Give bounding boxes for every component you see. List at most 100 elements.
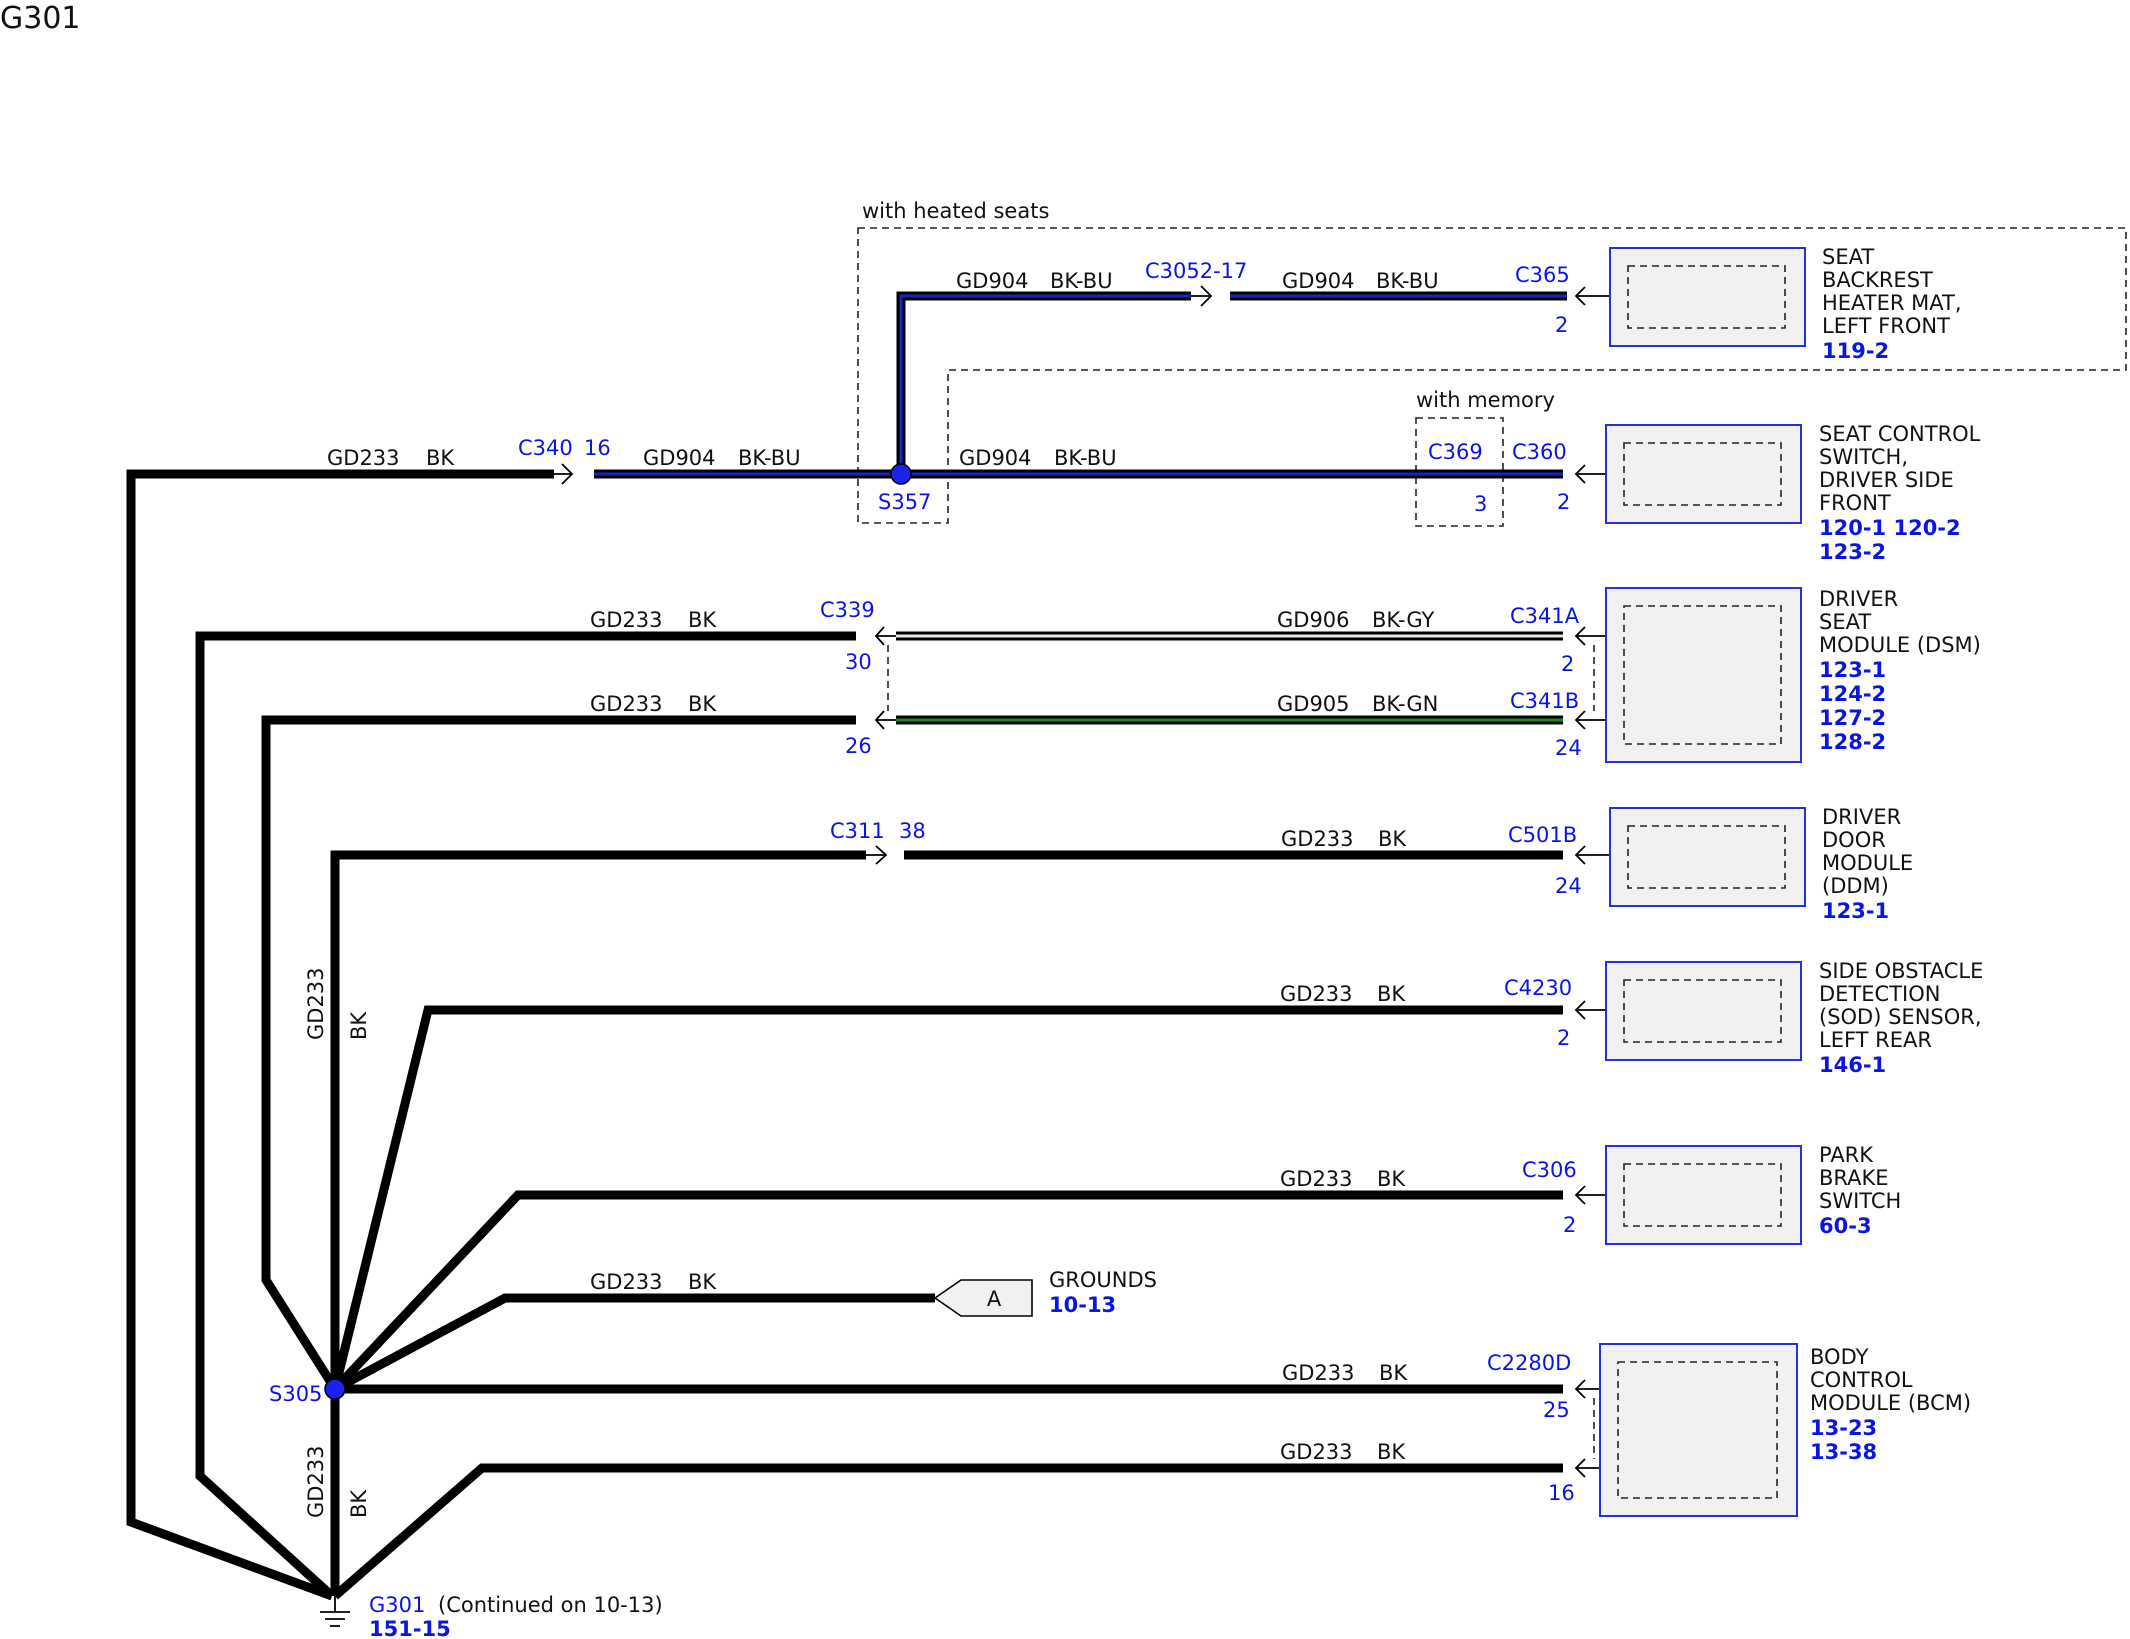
s357-splice-dot xyxy=(890,463,912,485)
page-title: G301 xyxy=(0,1,81,36)
grounds-page-ref: 10-13 xyxy=(1049,1293,1116,1317)
component-page-ref: 146-1 xyxy=(1819,1053,1886,1077)
splice-label-s357: S357 xyxy=(878,490,931,514)
connector-label-c306: C306 xyxy=(1522,1158,1577,1182)
wire-circuit-label: GD904 xyxy=(956,269,1029,293)
wire-color-label: BK xyxy=(426,446,455,470)
component-box xyxy=(1609,247,1806,347)
wire-gd233-c2280d-16 xyxy=(332,1463,1563,1600)
component-label-line: DETECTION xyxy=(1819,982,1940,1006)
ground-point-label: G301 xyxy=(369,1593,425,1617)
connector-pin-c341b: 24 xyxy=(1555,736,1582,760)
component-label-line: (SOD) SENSOR, xyxy=(1819,1005,1982,1029)
component-seat-backrest-heater-mat xyxy=(1609,247,1806,347)
component-label-line: BRAKE xyxy=(1819,1166,1889,1190)
connector-pin-c341a: 2 xyxy=(1561,652,1574,676)
connector-label-c340: C340 xyxy=(518,436,573,460)
connector-pin-c369: 3 xyxy=(1474,492,1487,516)
connector-label-c341a: C341A xyxy=(1510,604,1580,628)
connector-pin-c339-bottom: 26 xyxy=(845,734,872,758)
wire-color-label: BK-BU xyxy=(1376,269,1439,293)
s305-splice-dot xyxy=(324,1378,346,1400)
component-label-seat-control-switch: SEAT CONTROL SWITCH, DRIVER SIDE FRONT 1… xyxy=(1819,422,1981,564)
component-label-line: MODULE (DSM) xyxy=(1819,633,1981,657)
wire-circuit-label: GD233 xyxy=(1281,827,1354,851)
connector-pin-c4230: 2 xyxy=(1557,1026,1570,1050)
connector-label-c369: C369 xyxy=(1428,440,1483,464)
wire-circuit-label: GD906 xyxy=(1277,608,1350,632)
wire-circuit-label-vertical: GD233 xyxy=(304,967,328,1040)
wire-color-label-vertical: BK xyxy=(347,1011,371,1040)
component-page-ref: 123-1 xyxy=(1819,658,1886,682)
grounds-label: GROUNDS xyxy=(1049,1268,1157,1292)
component-driver-door-module xyxy=(1609,807,1806,907)
component-label-body-control-module: BODY CONTROL MODULE (BCM) 13-23 13-38 xyxy=(1810,1345,1971,1464)
wire-circuit-label: GD233 xyxy=(1280,1440,1353,1464)
connector-label-c339: C339 xyxy=(820,598,875,622)
component-label-line: DRIVER SIDE xyxy=(1819,468,1954,492)
wire-color-label: BK-BU xyxy=(1054,446,1117,470)
connector-pin-c340: 16 xyxy=(584,436,611,460)
component-page-ref: 123-1 xyxy=(1822,899,1889,923)
connector-pin-c501b: 24 xyxy=(1555,874,1582,898)
wire-gd233-to-c339-26 xyxy=(261,715,856,1392)
component-label-line: MODULE (BCM) xyxy=(1810,1391,1971,1415)
component-label-line: FRONT xyxy=(1819,491,1891,515)
wire-circuit-label: GD233 xyxy=(590,1270,663,1294)
wire-circuit-label: GD233 xyxy=(1280,1167,1353,1191)
component-page-ref: 13-38 xyxy=(1810,1440,1877,1464)
connector-label-c501b: C501B xyxy=(1508,823,1577,847)
memory-option-label: with memory xyxy=(1416,388,1555,412)
wire-circuit-label-vertical: GD233 xyxy=(304,1445,328,1518)
connector-pin-c2280d-top: 25 xyxy=(1543,1398,1570,1422)
grounds-reference-flag xyxy=(933,1279,1033,1317)
connector-pin-c2280d-bottom: 16 xyxy=(1548,1481,1575,1505)
component-label-line: DRIVER xyxy=(1822,805,1901,829)
component-label-line: SWITCH xyxy=(1819,1189,1901,1213)
component-label-driver-seat-module: DRIVER SEAT MODULE (DSM) 123-1 124-2 127… xyxy=(1819,587,1981,754)
wire-color-label: BK xyxy=(1377,1440,1406,1464)
wire-gd233-to-c340 xyxy=(126,469,554,1601)
connector-label-c360: C360 xyxy=(1512,440,1567,464)
wire-circuit-label: GD904 xyxy=(959,446,1032,470)
connector-label-c4230: C4230 xyxy=(1504,976,1572,1000)
component-label-driver-door-module: DRIVER DOOR MODULE (DDM) 123-1 xyxy=(1822,805,1913,923)
component-box xyxy=(1605,1145,1802,1245)
ground-point-note: (Continued on 10-13) xyxy=(438,1593,663,1617)
component-label-line: (DDM) xyxy=(1822,874,1889,898)
component-page-ref: 13-23 xyxy=(1810,1416,1877,1440)
component-label-line: SEAT xyxy=(1822,245,1874,269)
wiring-diagram: G301 with heated seats with memory A GRO… xyxy=(0,1,2127,1639)
wire-circuit-label: GD905 xyxy=(1277,692,1350,716)
wire-color-label: BK xyxy=(688,1270,717,1294)
wire-color-label: BK-BU xyxy=(738,446,801,470)
component-driver-seat-module xyxy=(1605,587,1802,763)
wire-circuit-label: GD904 xyxy=(1282,269,1355,293)
wire-gd904-s357-c3052 xyxy=(896,291,1191,474)
grounds-flag-letter: A xyxy=(987,1287,1002,1311)
component-body-control-module xyxy=(1599,1343,1798,1517)
wire-color-label: BK xyxy=(688,608,717,632)
wire-color-label: BK-BU xyxy=(1050,269,1113,293)
ground-point-page-ref: 151-15 xyxy=(369,1617,451,1639)
wire-gd904-branch-stripe xyxy=(899,294,1191,474)
component-label-line: DOOR xyxy=(1822,828,1886,852)
connector-pin-c339-top: 30 xyxy=(845,650,872,674)
connector-label-c365: C365 xyxy=(1515,263,1570,287)
connector-label-c311: C311 xyxy=(830,819,885,843)
ground-icon xyxy=(320,1596,350,1627)
component-label-line: BACKREST xyxy=(1822,268,1933,292)
component-page-ref: 119-2 xyxy=(1822,339,1889,363)
wire-circuit-label: GD233 xyxy=(1280,982,1353,1006)
component-box xyxy=(1609,807,1806,907)
connector-pin-c311: 38 xyxy=(899,819,926,843)
component-label-line: MODULE xyxy=(1822,851,1913,875)
connector-pin-c365: 2 xyxy=(1555,313,1568,337)
wire-color-label: BK-GN xyxy=(1372,692,1438,716)
component-box xyxy=(1599,1343,1798,1517)
component-label-line: LEFT FRONT xyxy=(1822,314,1950,338)
component-label-sod-sensor: SIDE OBSTACLE DETECTION (SOD) SENSOR, LE… xyxy=(1819,959,1983,1077)
component-box xyxy=(1605,424,1802,524)
component-label-line: DRIVER xyxy=(1819,587,1898,611)
component-page-ref: 124-2 xyxy=(1819,682,1886,706)
